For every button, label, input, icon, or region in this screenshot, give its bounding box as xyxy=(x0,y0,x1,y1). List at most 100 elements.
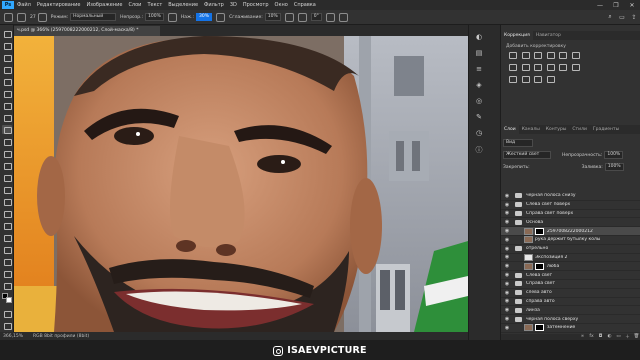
eyedropper-tool-icon[interactable] xyxy=(2,101,12,110)
bw-icon[interactable] xyxy=(521,64,530,71)
layer-row[interactable]: ◉ Справа свет xyxy=(501,280,640,289)
visibility-eye-icon[interactable]: ◉ xyxy=(503,316,511,322)
adjustments-icon[interactable]: ◐ xyxy=(474,33,484,43)
layer-row[interactable]: ◉ Справа свет поверх xyxy=(501,210,640,219)
zoom-tool-icon[interactable] xyxy=(2,269,12,278)
layer-row[interactable]: ◉ Основа xyxy=(501,218,640,228)
paths-icon[interactable]: ✎ xyxy=(474,113,484,123)
move-tool-icon[interactable] xyxy=(2,29,12,38)
layer-mask-thumbnail[interactable] xyxy=(535,262,544,270)
eraser-tool-icon[interactable] xyxy=(2,161,12,170)
link-layers-icon[interactable]: ∞ xyxy=(578,334,587,340)
menu-3d[interactable]: 3D xyxy=(230,2,237,8)
channel-mixer-icon[interactable] xyxy=(546,64,555,71)
path-select-tool-icon[interactable] xyxy=(2,233,12,242)
menu-select[interactable]: Выделение xyxy=(168,2,198,8)
clone-stamp-tool-icon[interactable] xyxy=(2,137,12,146)
properties-icon[interactable]: ≡ xyxy=(474,65,484,75)
layer-name[interactable]: Слева свет поверх xyxy=(526,202,570,207)
layer-name[interactable]: Справа свет xyxy=(526,281,555,286)
layer-row[interactable]: ◉ линза xyxy=(501,306,640,316)
brush-tool-icon[interactable] xyxy=(2,125,12,134)
layer-name[interactable]: затемнение xyxy=(547,325,575,330)
layer-name[interactable]: отрельно xyxy=(526,246,548,251)
layer-name[interactable]: 2597008222000212 xyxy=(547,229,593,234)
color-lookup-icon[interactable] xyxy=(559,64,568,71)
layer-name[interactable]: черная полоса сверху xyxy=(526,317,578,322)
pen-tool-icon[interactable] xyxy=(2,209,12,218)
workspace-icon[interactable]: ▭ xyxy=(616,14,628,21)
visibility-eye-icon[interactable]: ◉ xyxy=(503,290,511,296)
new-layer-icon[interactable]: ＋ xyxy=(623,334,632,340)
visibility-eye-icon[interactable]: ◉ xyxy=(503,281,511,287)
minimize-button[interactable]: — xyxy=(592,2,608,9)
levels-icon[interactable] xyxy=(521,52,530,59)
menu-help[interactable]: Справка xyxy=(294,2,316,8)
tab-gradients[interactable]: Градиенты xyxy=(590,125,622,134)
layer-mask-thumbnail[interactable] xyxy=(535,227,544,235)
share-icon[interactable]: ⇪ xyxy=(628,14,640,21)
photo-filter-icon[interactable] xyxy=(534,64,543,71)
symmetry-icon[interactable] xyxy=(338,12,348,22)
layer-mask-thumbnail[interactable] xyxy=(535,324,544,332)
brush-settings-icon[interactable] xyxy=(37,12,47,22)
layer-thumbnail[interactable] xyxy=(524,227,533,235)
brightness-icon[interactable] xyxy=(509,52,517,59)
maximize-button[interactable]: ❐ xyxy=(608,2,624,9)
layer-name[interactable]: люба xyxy=(547,264,559,269)
menu-edit[interactable]: Редактирование xyxy=(37,2,81,8)
posterize-icon[interactable] xyxy=(509,76,517,83)
flow-field[interactable]: 30% xyxy=(196,13,213,21)
gradient-tool-icon[interactable] xyxy=(2,173,12,182)
visibility-eye-icon[interactable]: ◉ xyxy=(503,228,511,234)
history-brush-tool-icon[interactable] xyxy=(2,149,12,158)
menu-view[interactable]: Просмотр xyxy=(243,2,269,8)
visibility-eye-icon[interactable]: ◉ xyxy=(503,263,511,269)
visibility-eye-icon[interactable]: ◉ xyxy=(503,202,511,208)
new-adjustment-icon[interactable]: ◐ xyxy=(605,334,614,340)
opacity-field[interactable]: 100% xyxy=(145,13,164,21)
tab-adjustments[interactable]: Коррекция xyxy=(501,31,533,40)
gradient-map-icon[interactable] xyxy=(534,76,543,83)
layer-row[interactable]: ◉ люба xyxy=(501,262,640,272)
invert-icon[interactable] xyxy=(571,64,580,71)
layer-row[interactable]: ◉ черная полоса сверху xyxy=(501,315,640,324)
marquee-tool-icon[interactable] xyxy=(2,41,12,50)
brush-size[interactable]: 27 xyxy=(30,15,36,20)
layer-name[interactable]: черная полоса снизу xyxy=(526,193,576,198)
layer-row[interactable]: ◉ Экспозиция 2 xyxy=(501,253,640,263)
document-canvas[interactable] xyxy=(14,36,468,332)
hand-tool-icon[interactable] xyxy=(2,257,12,266)
tab-channels[interactable]: Каналы xyxy=(519,125,543,134)
delete-layer-icon[interactable]: 🗑 xyxy=(632,334,640,340)
pressure-size-icon[interactable] xyxy=(325,12,335,22)
visibility-eye-icon[interactable]: ◉ xyxy=(503,246,511,252)
more-tools-icon[interactable] xyxy=(2,281,12,290)
visibility-eye-icon[interactable]: ◉ xyxy=(503,298,511,304)
visibility-eye-icon[interactable]: ◉ xyxy=(503,325,511,331)
blend-mode-select[interactable]: Жесткий свет xyxy=(503,151,551,159)
lasso-tool-icon[interactable] xyxy=(2,53,12,62)
healing-tool-icon[interactable] xyxy=(2,113,12,122)
mode-select[interactable]: Нормальный xyxy=(70,13,117,21)
visibility-eye-icon[interactable]: ◉ xyxy=(503,210,511,216)
layer-row[interactable]: ◉ черная полоса снизу xyxy=(501,192,640,201)
document-tab[interactable]: ч.psd @ 366% (2597008222000212, Слой-мас… xyxy=(14,26,160,36)
layer-thumbnail[interactable] xyxy=(524,262,533,270)
selective-color-icon[interactable] xyxy=(546,76,555,83)
smoothing-options-icon[interactable] xyxy=(284,12,294,22)
search-icon[interactable]: ⌕ xyxy=(604,13,616,21)
layer-row[interactable]: ◉ рука держит бутылку колы xyxy=(501,236,640,245)
channels-icon[interactable]: ◎ xyxy=(474,97,484,107)
angle-field[interactable]: 0° xyxy=(310,13,322,21)
quick-select-tool-icon[interactable] xyxy=(2,65,12,74)
color-balance-icon[interactable] xyxy=(509,64,517,71)
layer-row[interactable]: ◉ Слева свет поверх xyxy=(501,201,640,210)
add-mask-icon[interactable]: ◘ xyxy=(596,334,605,340)
hue-sat-icon[interactable] xyxy=(571,52,580,59)
layer-row[interactable]: ◉ отрельно xyxy=(501,245,640,254)
info-icon[interactable]: ⓘ xyxy=(474,145,484,155)
visibility-eye-icon[interactable]: ◉ xyxy=(503,272,511,278)
menu-layers[interactable]: Слои xyxy=(128,2,141,8)
layer-thumbnail[interactable] xyxy=(524,253,533,261)
